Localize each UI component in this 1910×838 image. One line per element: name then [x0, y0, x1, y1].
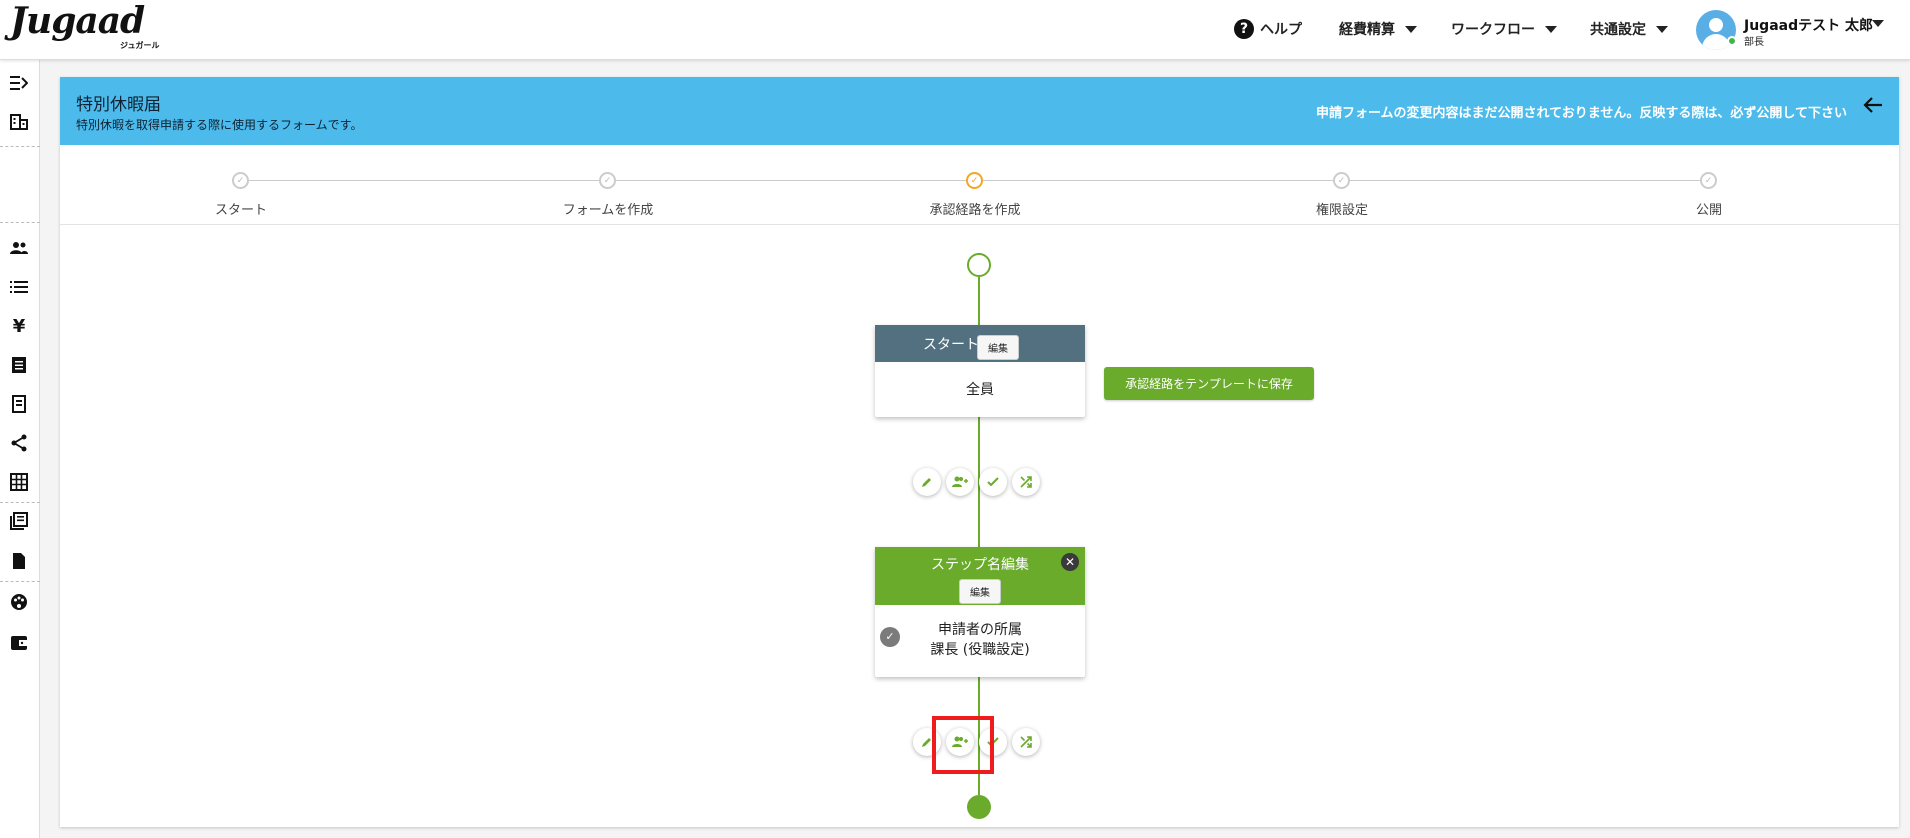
- building-icon[interactable]: [8, 111, 30, 133]
- common-settings-menu[interactable]: 共通設定: [1590, 0, 1668, 58]
- question-icon: ?: [1234, 19, 1254, 39]
- approve-check-icon[interactable]: [979, 468, 1007, 496]
- step-label-form[interactable]: フォームを作成: [563, 199, 654, 218]
- jugaad-logo[interactable]: Jugaad ジュガール: [8, 0, 168, 54]
- unpublished-warning: 申請フォームの変更内容はまだ公開されておりません。反映する際は、必ず公開して下さ…: [1315, 106, 1847, 121]
- step-check-icon[interactable]: ✓: [966, 172, 983, 189]
- start-node-header: スタート 編集: [875, 325, 1085, 362]
- step-check-icon[interactable]: ✓: [232, 172, 249, 189]
- help-menu[interactable]: ? ヘルプ: [1234, 0, 1302, 58]
- file-icon[interactable]: [8, 550, 30, 572]
- user-name[interactable]: Jugaadテスト 太郎: [1744, 15, 1873, 35]
- document-print-icon[interactable]: [8, 393, 30, 415]
- start-node: スタート 編集 全員: [875, 325, 1085, 417]
- common-settings-label: 共通設定: [1590, 22, 1646, 38]
- user-role: 部長: [1744, 37, 1764, 48]
- branch-shuffle-icon[interactable]: [1012, 468, 1040, 496]
- library-books-icon[interactable]: [8, 510, 30, 532]
- step-node-header: ステップ名編集 編集 ✕: [875, 547, 1085, 605]
- help-label: ヘルプ: [1260, 22, 1302, 38]
- back-arrow-icon[interactable]: [1863, 95, 1883, 120]
- receipt-icon[interactable]: [8, 354, 30, 376]
- step-node-body: ✓ 申請者の所属 課長 (役職設定): [875, 605, 1085, 677]
- expense-label: 経費精算: [1339, 22, 1395, 38]
- close-icon[interactable]: ✕: [1061, 553, 1079, 571]
- step-check-icon[interactable]: ✓: [1700, 172, 1717, 189]
- table-icon[interactable]: [8, 471, 30, 493]
- start-node-title: スタート: [923, 337, 979, 353]
- step-node-body-line1: 申請者の所属: [938, 622, 1022, 638]
- flow-end-circle: [967, 795, 991, 819]
- yen-icon[interactable]: ¥: [8, 315, 30, 337]
- edit-pencil-icon[interactable]: [913, 468, 941, 496]
- step-label-publish[interactable]: 公開: [1696, 199, 1722, 218]
- branch-shuffle-icon[interactable]: [1012, 728, 1040, 756]
- expense-menu[interactable]: 経費精算: [1339, 0, 1417, 58]
- step-node-title: ステップ名編集: [931, 557, 1029, 573]
- sidebar: ¥: [0, 60, 40, 838]
- highlight-box: [932, 716, 994, 774]
- progress-stepper: ✓ スタート ✓ フォームを作成 ✓ 承認経路を作成 ✓ 権限設定 ✓ 公開: [60, 145, 1899, 225]
- approval-step-node: ステップ名編集 編集 ✕ ✓ 申請者の所属 課長 (役職設定): [875, 547, 1085, 677]
- caret-down-icon: [1656, 25, 1668, 33]
- step-label-route[interactable]: 承認経路を作成: [929, 199, 1020, 218]
- people-icon[interactable]: [8, 237, 30, 259]
- form-title: 特別休暇届: [76, 95, 161, 115]
- start-node-body: 全員: [966, 382, 994, 398]
- workflow-label: ワークフロー: [1451, 22, 1535, 38]
- palette-icon[interactable]: [8, 591, 30, 613]
- user-menu-caret-icon[interactable]: [1872, 20, 1884, 27]
- check-circle-icon: ✓: [880, 627, 900, 647]
- form-description: 特別休暇を取得申請する際に使用するフォームです。: [76, 118, 363, 132]
- add-approver-icon[interactable]: [946, 468, 974, 496]
- caret-down-icon: [1405, 25, 1417, 33]
- flow-connector: [978, 277, 980, 325]
- step-check-icon[interactable]: ✓: [1333, 172, 1350, 189]
- share-icon[interactable]: [8, 432, 30, 454]
- wallet-icon[interactable]: [8, 632, 30, 654]
- save-template-button[interactable]: 承認経路をテンプレートに保存: [1104, 367, 1314, 400]
- step-node-edit-button[interactable]: 編集: [959, 579, 1001, 604]
- step-node-body-line2: 課長 (役職設定): [930, 642, 1030, 658]
- flow-start-circle: [967, 253, 991, 277]
- list-icon[interactable]: [8, 276, 30, 298]
- online-status-dot: [1727, 36, 1737, 46]
- form-banner: 特別休暇届 特別休暇を取得申請する際に使用するフォームです。 申請フォームの変更…: [60, 77, 1899, 145]
- top-bar: Jugaad ジュガール ? ヘルプ 経費精算 ワークフロー 共通設定 Juga…: [0, 0, 1910, 60]
- step-check-icon[interactable]: ✓: [599, 172, 616, 189]
- expand-sidebar-icon[interactable]: [8, 72, 30, 94]
- caret-down-icon: [1545, 25, 1557, 33]
- logo-subtext: ジュガール: [120, 41, 160, 50]
- logo-text: Jugaad: [10, 0, 145, 42]
- step-label-start[interactable]: スタート: [215, 199, 267, 218]
- workflow-menu[interactable]: ワークフロー: [1451, 0, 1557, 58]
- start-node-edit-button[interactable]: 編集: [977, 335, 1019, 360]
- step-label-permissions[interactable]: 権限設定: [1316, 199, 1368, 218]
